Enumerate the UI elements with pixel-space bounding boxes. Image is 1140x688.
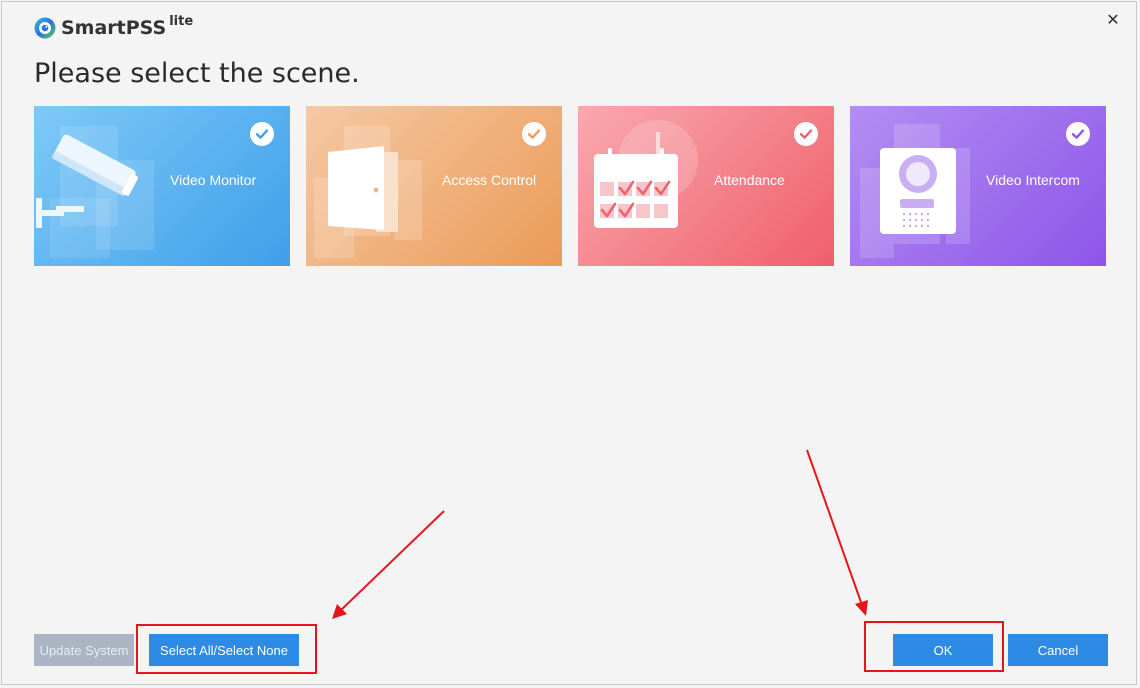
selected-check-icon: [250, 122, 274, 146]
smartpss-logo-icon: [34, 17, 56, 39]
selected-check-icon: [794, 122, 818, 146]
selected-check-icon: [522, 122, 546, 146]
close-button[interactable]: ✕: [1102, 8, 1124, 30]
scene-label-attendance: Attendance: [714, 172, 785, 188]
page-title: Please select the scene.: [34, 58, 360, 89]
update-system-button[interactable]: Update System: [34, 634, 134, 666]
selected-check-icon: [1066, 122, 1090, 146]
annotation-highlight-ok: [864, 621, 1004, 672]
scene-label-access-control: Access Control: [442, 172, 537, 188]
app-logo: SmartPSS lite: [34, 14, 193, 42]
scene-selection-dialog: SmartPSS lite ✕ Please select the scene.: [1, 1, 1137, 685]
scene-label-video-intercom: Video Intercom: [986, 172, 1080, 188]
app-edition: lite: [169, 13, 194, 29]
scene-label-video-monitor: Video Monitor: [170, 172, 257, 188]
scene-card-video-intercom[interactable]: Video Intercom: [850, 106, 1106, 266]
close-icon: ✕: [1106, 9, 1120, 29]
cancel-button[interactable]: Cancel: [1008, 634, 1108, 666]
app-name: SmartPSS: [61, 17, 167, 39]
scene-card-access-control[interactable]: Access Control: [306, 106, 562, 266]
scene-card-video-monitor[interactable]: Video Monitor: [34, 106, 290, 266]
scene-cards: Video Monitor Access Control Attendance …: [34, 106, 1106, 266]
annotation-highlight-select-all: [136, 624, 317, 674]
scene-card-attendance[interactable]: Attendance: [578, 106, 834, 266]
